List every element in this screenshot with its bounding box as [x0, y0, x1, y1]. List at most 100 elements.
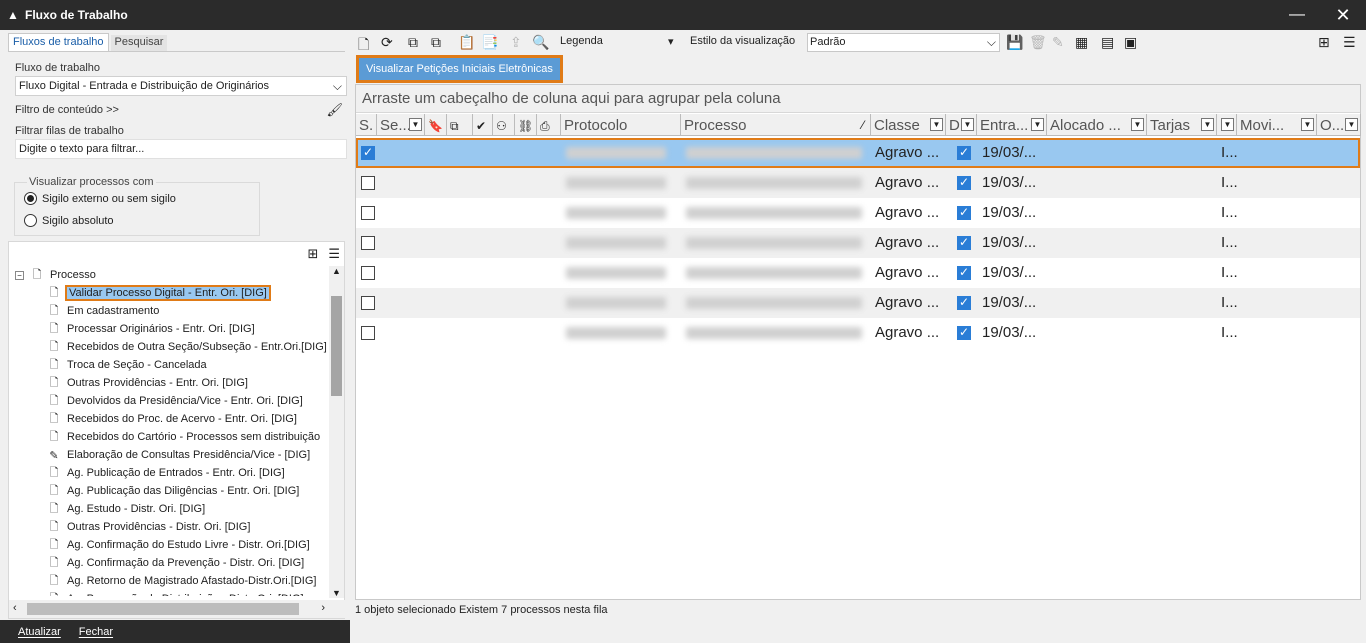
filter-icon[interactable]: ▼	[961, 118, 974, 131]
scroll-left-icon[interactable]: ‹	[13, 602, 17, 614]
row-d-checkbox[interactable]	[957, 265, 971, 280]
tree-item[interactable]: 🗋 Ag. Preparação da Distribuição - Distr.…	[47, 590, 304, 597]
tree-item[interactable]: 🗋 Recebidos do Proc. de Acervo - Entr. Or…	[47, 410, 297, 428]
scroll-down-icon[interactable]: ▼	[329, 588, 344, 598]
tree-item[interactable]: 🗋 Devolvidos da Presidência/Vice - Entr. …	[47, 392, 303, 410]
tab-fluxos[interactable]: Fluxos de trabalho	[8, 33, 109, 51]
report-icon[interactable]: ▤	[1101, 34, 1114, 51]
tree-item[interactable]: 🗋 Outras Providências - Distr. Ori. [DIG]	[47, 518, 251, 536]
tree-item[interactable]: 🗋 Troca de Seção - Cancelada	[47, 356, 207, 374]
list-view-icon[interactable]: ☰	[1343, 34, 1356, 51]
filter-icon[interactable]: ▼	[1131, 118, 1144, 131]
table-row[interactable]: Agravo ... 19/03/... I...	[356, 318, 1360, 348]
tree-item[interactable]: ✎ Elaboração de Consultas Presidência/Vic…	[47, 446, 310, 464]
estilo-select[interactable]: Padrão ⌵	[807, 33, 1000, 52]
table-row[interactable]: Agravo ... 19/03/... I...	[356, 288, 1360, 318]
scroll-right-icon[interactable]: ›	[321, 602, 325, 614]
tree-item[interactable]: 🗋 Ag. Publicação de Entrados - Entr. Ori.…	[47, 464, 285, 482]
col-alocado[interactable]: Alocado ... ▼	[1047, 114, 1147, 136]
filter-icon[interactable]: ▼	[409, 118, 422, 131]
search-icon[interactable]: 🔍	[532, 34, 549, 51]
legenda-dropdown[interactable]: Legenda	[560, 35, 603, 47]
fechar-button[interactable]: Fechar	[79, 626, 113, 638]
tree-item[interactable]: 🗋 Ag. Confirmação da Prevenção - Distr. O…	[47, 554, 305, 572]
table-row[interactable]: Agravo ... 19/03/... I...	[356, 198, 1360, 228]
tree-item[interactable]: 🗋 Ag. Retorno de Magistrado Afastado-Dist…	[47, 572, 317, 590]
scroll-up-icon[interactable]: ▲	[329, 266, 344, 276]
new-document-icon[interactable]: 🗋	[358, 34, 369, 58]
tree-item[interactable]: 🗋 Recebidos do Cartório - Processos sem d…	[47, 428, 321, 446]
atualizar-button[interactable]: Atualizar	[18, 626, 61, 638]
tree-vscroll[interactable]: ▲ ▼	[329, 266, 344, 598]
tree-root[interactable]: − 🗋 Processo	[15, 266, 96, 284]
scroll-thumb[interactable]	[331, 296, 342, 396]
tree-hscroll[interactable]: ‹ ›	[9, 600, 345, 618]
minimize-button[interactable]: —	[1274, 0, 1320, 30]
table-row[interactable]: Agravo ... 19/03/... I...	[356, 168, 1360, 198]
row-d-checkbox[interactable]	[957, 145, 971, 160]
col-protocolo[interactable]: Protocolo	[561, 114, 681, 136]
collapse-icon[interactable]: −	[15, 270, 24, 280]
row-checkbox[interactable]	[361, 326, 375, 340]
col-classe[interactable]: Classe ▼	[871, 114, 946, 136]
legenda-chevron-icon[interactable]: ▾	[668, 35, 674, 48]
filtro-conteudo-link[interactable]: Filtro de conteúdo >>	[15, 104, 119, 116]
filter-icon[interactable]: ▼	[1221, 118, 1234, 131]
group-by-bar[interactable]: Arraste um cabeçalho de coluna aqui para…	[356, 85, 1360, 113]
tab-pesquisar[interactable]: Pesquisar	[110, 35, 168, 51]
col-d[interactable]: D ▼	[946, 114, 977, 136]
col-tarjas[interactable]: Tarjas ▼	[1147, 114, 1217, 136]
tree-item[interactable]: 🗋 Processar Originários - Entr. Ori. [DIG…	[47, 320, 255, 338]
table-row[interactable]: Agravo ... 19/03/... I...	[356, 138, 1360, 168]
tree-item[interactable]: 🗋 Recebidos de Outra Seção/Subseção - Ent…	[47, 338, 327, 356]
filter-icon[interactable]: ▼	[1031, 118, 1044, 131]
radio-sigilo-externo[interactable]: Sigilo externo ou sem sigilo	[24, 192, 176, 205]
hierarchy-icon[interactable]: ⊞	[1318, 34, 1330, 51]
col-s[interactable]: S.	[356, 114, 377, 136]
hscroll-thumb[interactable]	[27, 603, 299, 615]
duplicate-icon[interactable]: ⧉	[431, 34, 441, 51]
col-attach[interactable]: ⎙	[537, 114, 561, 136]
tree-item[interactable]: 🗋 Outras Providências - Entr. Ori. [DIG]	[47, 374, 248, 392]
filtrar-input[interactable]: Digite o texto para filtrar...	[15, 139, 347, 159]
visualizar-peticoes-button[interactable]: Visualizar Petições Iniciais Eletrônicas	[356, 55, 563, 83]
filter-icon[interactable]: ▼	[1301, 118, 1314, 131]
list-view-icon[interactable]: ☰	[328, 246, 340, 262]
col-se[interactable]: Se... ▼	[377, 114, 425, 136]
close-button[interactable]: ✕	[1320, 0, 1366, 30]
filter-icon[interactable]: ▼	[1345, 118, 1358, 131]
col-processo[interactable]: Processo ⁄	[681, 114, 871, 136]
tree-item[interactable]: 🗋 Validar Processo Digital - Entr. Ori. […	[47, 284, 271, 302]
brush-icon[interactable]: 🖌	[326, 102, 343, 118]
filter-icon[interactable]: ▼	[930, 118, 943, 131]
row-checkbox[interactable]	[361, 176, 375, 190]
tree-item[interactable]: 🗋 Ag. Estudo - Distr. Ori. [DIG]	[47, 500, 206, 518]
col-people[interactable]: ⚇	[493, 114, 515, 136]
col-entrada[interactable]: Entra... ▼	[977, 114, 1047, 136]
filter-icon[interactable]: ▼	[1201, 118, 1214, 131]
save-icon[interactable]: 💾	[1006, 34, 1023, 51]
fluxo-select[interactable]: Fluxo Digital - Entrada e Distribuição d…	[15, 76, 347, 96]
radio-sigilo-absoluto[interactable]: Sigilo absoluto	[24, 214, 114, 227]
col-check[interactable]: ✔	[473, 114, 493, 136]
row-checkbox[interactable]	[361, 236, 375, 250]
col-bookmark[interactable]: 🔖	[425, 114, 447, 136]
excel-icon[interactable]: ▦	[1075, 34, 1088, 51]
row-checkbox[interactable]	[361, 296, 375, 310]
table-row[interactable]: Agravo ... 19/03/... I...	[356, 228, 1360, 258]
col-docs[interactable]: ⧉	[447, 114, 473, 136]
tree-item[interactable]: 🗋 Ag. Confirmação do Estudo Livre - Distr…	[47, 536, 310, 554]
row-d-checkbox[interactable]	[957, 235, 971, 250]
table-row[interactable]: Agravo ... 19/03/... I...	[356, 258, 1360, 288]
row-d-checkbox[interactable]	[957, 175, 971, 190]
row-d-checkbox[interactable]	[957, 205, 971, 220]
layout-icon[interactable]: ▣	[1124, 34, 1137, 51]
paste-icon[interactable]: 📋	[458, 34, 475, 51]
hierarchy-icon[interactable]: ⊞	[307, 246, 318, 262]
col-o[interactable]: O... ▼	[1317, 114, 1361, 136]
clipboard-icon[interactable]: 📑	[481, 34, 498, 51]
col-link[interactable]: ⛓	[515, 114, 537, 136]
row-checkbox[interactable]	[361, 145, 375, 160]
row-checkbox[interactable]	[361, 266, 375, 280]
copy-icon[interactable]: ⧉	[408, 34, 418, 51]
